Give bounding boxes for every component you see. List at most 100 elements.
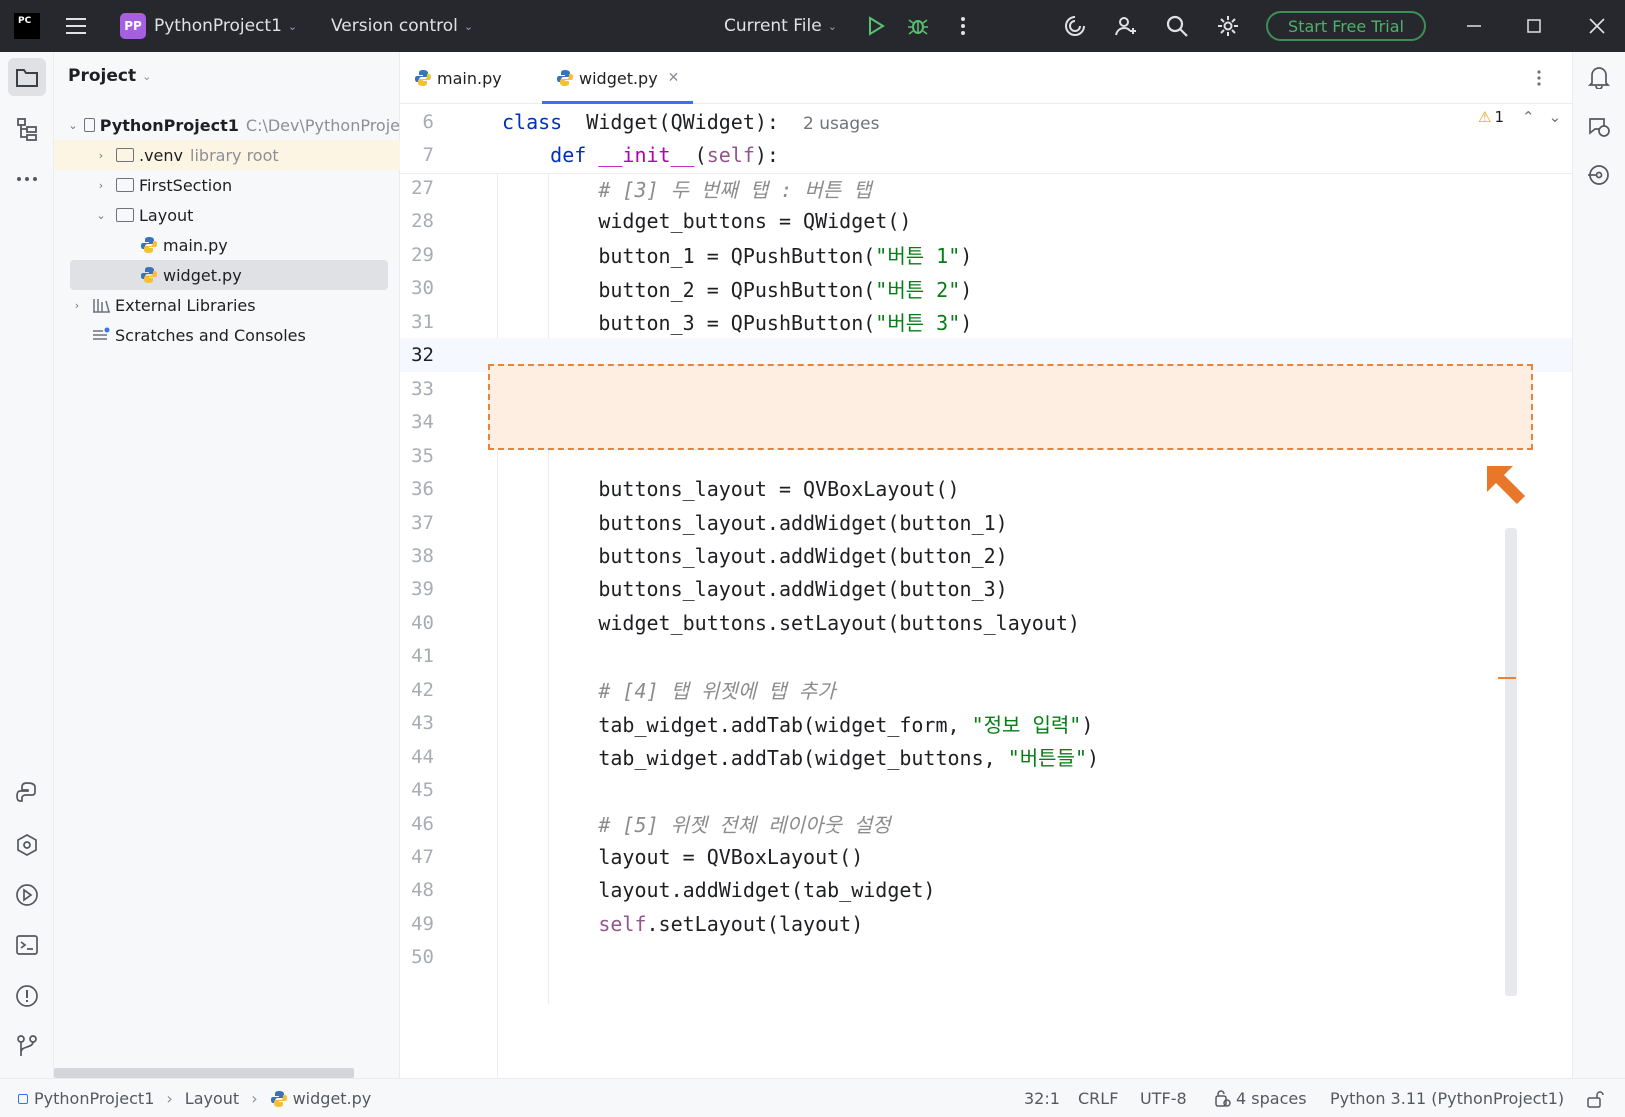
line-number[interactable]: 28 [400,210,434,232]
code-line[interactable]: 30 button_2 = QPushButton("버튼 2") [400,271,1572,305]
line-number[interactable]: 49 [400,913,434,935]
run-icon[interactable] [864,14,888,38]
line-number[interactable]: 40 [400,612,434,634]
minimize-icon[interactable] [1462,14,1486,38]
line-number[interactable]: 43 [400,712,434,734]
line-number[interactable]: 39 [400,578,434,600]
chevron-down-icon[interactable]: ⌄ [1549,108,1562,126]
line-number[interactable]: 45 [400,779,434,801]
tab-widget-py[interactable]: widget.py ✕ [542,52,694,104]
code-line[interactable]: 48 layout.addWidget(tab_widget) [400,873,1572,907]
line-separator[interactable]: CRLF [1078,1079,1118,1117]
python-interpreter[interactable]: Python 3.11 (PythonProject1) [1330,1079,1564,1117]
chevron-down-icon[interactable]: ⌄ [92,209,110,222]
line-number[interactable]: 47 [400,846,434,868]
indent-setting[interactable]: 4 spaces [1214,1079,1307,1117]
main-menu-icon[interactable] [64,14,88,38]
more-actions-icon[interactable] [951,14,975,38]
line-number[interactable]: 34 [400,411,434,433]
line-number[interactable]: 6 [400,111,434,133]
python-packages-icon[interactable] [8,774,46,812]
code-line[interactable]: 36 buttons_layout = QVBoxLayout() [400,472,1572,506]
line-number[interactable]: 38 [400,545,434,567]
search-icon[interactable] [1165,14,1189,38]
line-number[interactable]: 46 [400,813,434,835]
code-line[interactable]: 46 # [5] 위젯 전체 레이아웃 설정 [400,807,1572,841]
line-number[interactable]: 41 [400,645,434,667]
code-line[interactable]: 29 button_1 = QPushButton("버튼 1") [400,238,1572,272]
editor-scrollbar[interactable] [1505,528,1517,996]
maximize-icon[interactable] [1522,14,1546,38]
run-config-selector[interactable]: Current File ⌄ [724,0,837,52]
close-icon[interactable] [1585,14,1609,38]
code-line[interactable]: 49 self.setLayout(layout) [400,907,1572,941]
code-line[interactable]: 7 def __init__(self): [400,138,1572,172]
breadcrumb-item[interactable]: PythonProject1 [34,1089,154,1108]
inspection-widget[interactable]: ⚠ 1 ⌃ ⌄ [1478,108,1561,126]
line-number[interactable]: 48 [400,879,434,901]
line-number[interactable]: 32 [400,344,434,366]
more-tools-icon[interactable] [8,160,46,198]
ai-assistant-icon[interactable] [1063,14,1087,38]
code-line[interactable]: 27 # [3] 두 번째 탭 : 버튼 탭 [400,171,1572,205]
code-line[interactable]: 43 tab_widget.addTab(widget_form, "정보 입력… [400,706,1572,740]
sticky-lines[interactable]: 6 class Widget(QWidget): 2 usages 7 def __… [400,104,1572,174]
code-line[interactable]: 42 # [4] 탭 위젯에 탭 추가 [400,673,1572,707]
debug-icon[interactable] [906,14,930,38]
line-number[interactable]: 35 [400,445,434,467]
services-icon[interactable] [8,826,46,864]
line-number[interactable]: 50 [400,946,434,968]
chevron-right-icon[interactable]: › [68,299,86,312]
vcs-selector[interactable]: Version control ⌄ [331,0,473,52]
sync-icon[interactable] [1580,156,1618,194]
code-line[interactable]: 38 buttons_layout.addWidget(button_2) [400,539,1572,573]
tree-item-scratches[interactable]: Scratches and Consoles [54,320,400,350]
code-line[interactable]: 39 buttons_layout.addWidget(button_3) [400,572,1572,606]
breadcrumb-item[interactable]: Layout [185,1089,239,1108]
line-number[interactable]: 7 [400,144,434,166]
chevron-up-icon[interactable]: ⌃ [1522,108,1535,126]
code-line[interactable]: 47 layout = QVBoxLayout() [400,840,1572,874]
code-line[interactable]: 40 widget_buttons.setLayout(buttons_layo… [400,606,1572,640]
line-number[interactable]: 27 [400,177,434,199]
line-number[interactable]: 36 [400,478,434,500]
line-number[interactable]: 44 [400,746,434,768]
tree-item-firstsection[interactable]: › FirstSection [54,170,400,200]
project-selector[interactable]: PP PythonProject1 ⌄ [120,0,297,52]
code-line[interactable]: 37 buttons_layout.addWidget(button_1) [400,506,1572,540]
add-user-icon[interactable] [1114,14,1138,38]
settings-gear-icon[interactable] [1216,14,1240,38]
code-line[interactable]: 28 widget_buttons = QWidget() [400,204,1572,238]
project-panel-scrollbar[interactable] [54,1068,354,1078]
tab-main-py[interactable]: main.py [414,52,502,104]
run-tool-icon[interactable] [8,876,46,914]
notifications-bell-icon[interactable] [1580,58,1618,96]
line-number[interactable]: 30 [400,277,434,299]
chevron-down-icon[interactable]: ⌄ [68,119,78,132]
tree-item-main-py[interactable]: main.py [54,230,400,260]
tree-item-root[interactable]: ⌄ PythonProject1 C:\Dev\PythonProje [54,110,400,140]
problems-icon[interactable] [8,977,46,1015]
tree-item-external-libraries[interactable]: › External Libraries [54,290,400,320]
code-line[interactable]: 41 [400,639,1572,673]
project-tool-folder-icon[interactable] [8,58,46,96]
tabs-more-icon[interactable] [1536,52,1542,104]
line-number[interactable]: 31 [400,311,434,333]
code-editor[interactable]: 6 class Widget(QWidget): 2 usages 7 def __… [400,104,1572,1078]
start-free-trial-button[interactable]: Start Free Trial [1266,11,1426,41]
code-line[interactable]: 31 button_3 = QPushButton("버튼 3") [400,305,1572,339]
chevron-right-icon[interactable]: › [92,179,110,192]
tree-item-widget-py[interactable]: widget.py [70,260,388,290]
code-line[interactable]: 6 class Widget(QWidget): 2 usages [400,105,1572,139]
caret-position[interactable]: 32:1 [1024,1079,1060,1117]
ai-chat-icon[interactable] [1580,108,1618,146]
tree-item-venv[interactable]: › .venv library root [54,140,400,170]
project-panel-header[interactable]: Project ⌄ [68,66,151,86]
line-number[interactable]: 33 [400,378,434,400]
code-line[interactable]: 50 [400,940,1572,974]
tree-item-layout[interactable]: ⌄ Layout [54,200,400,230]
code-line[interactable]: 45 [400,773,1572,807]
version-control-icon[interactable] [8,1027,46,1065]
terminal-icon[interactable] [8,926,46,964]
structure-icon[interactable] [8,110,46,148]
